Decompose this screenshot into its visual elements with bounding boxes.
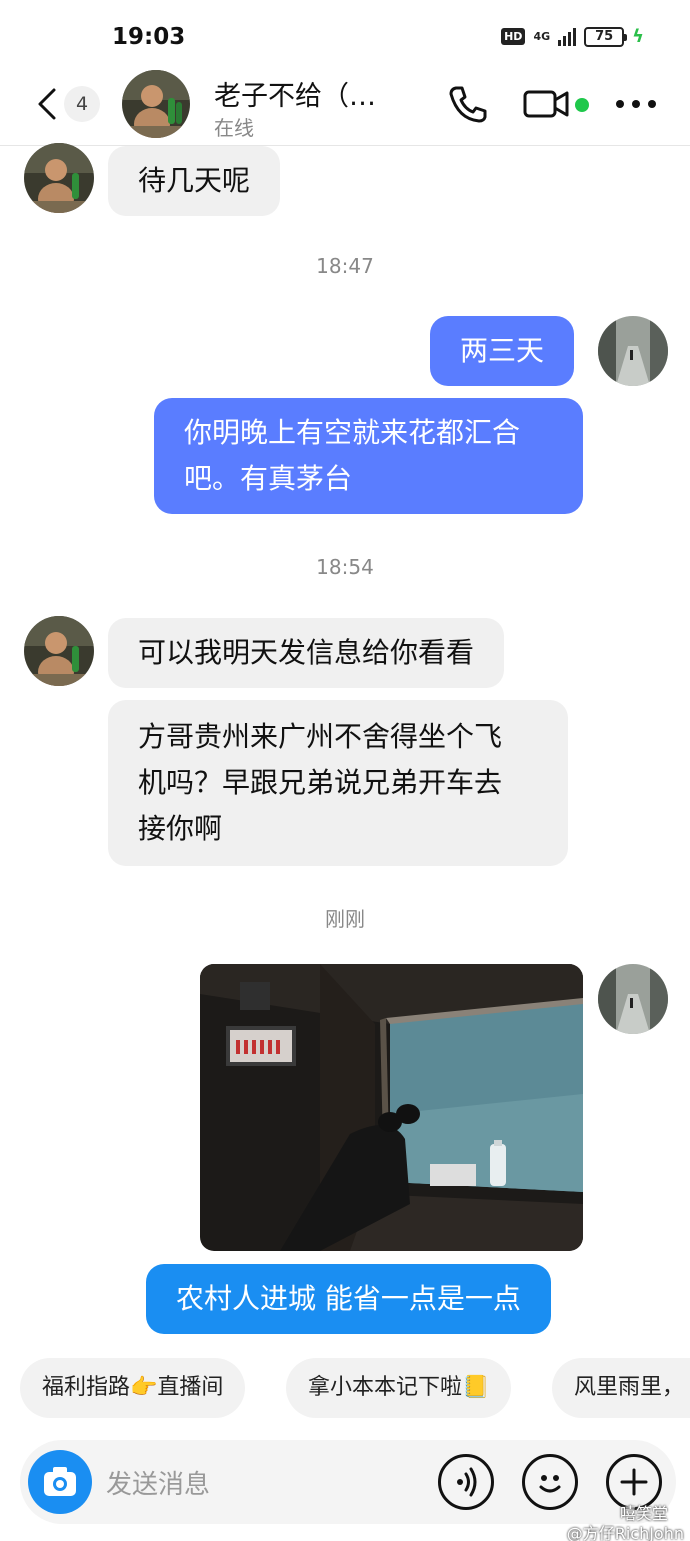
charging-icon: ϟ — [632, 26, 644, 47]
message-line: 你明晚上有空就来花都汇合 — [184, 416, 521, 449]
status-icons: HD 4G 75 ϟ — [501, 26, 644, 47]
incoming-message[interactable]: 方哥贵州来广州不舍得坐个飞 机吗？早跟兄弟说兄弟开车去 接你啊 — [108, 700, 568, 866]
watermark: @方仔RichJohn — [566, 1524, 684, 1541]
message-line: 机吗？早跟兄弟说兄弟开车去 — [138, 766, 503, 799]
voice-icon — [457, 1467, 477, 1497]
video-call-icon[interactable] — [522, 84, 570, 124]
message-line: 接你啊 — [138, 812, 223, 845]
voice-button[interactable] — [438, 1454, 494, 1510]
timestamp: 18:47 — [316, 254, 374, 278]
camera-icon — [44, 1467, 76, 1496]
camera-button[interactable] — [28, 1450, 92, 1514]
chevron-left-icon — [38, 88, 56, 120]
message-line: 吧。有真茅台 — [184, 462, 353, 495]
contact-avatar[interactable] — [24, 143, 94, 213]
signal-icon — [558, 27, 577, 46]
unread-count-badge[interactable]: 4 — [64, 86, 100, 122]
quick-reply-chip[interactable]: 福利指路👉直播间 — [20, 1358, 246, 1418]
presence-status: 在线 — [214, 116, 254, 140]
more-options-icon[interactable] — [616, 100, 656, 108]
back-button[interactable] — [30, 84, 64, 124]
contact-avatar[interactable] — [24, 616, 94, 686]
outgoing-message[interactable]: 你明晚上有空就来花都汇合 吧。有真茅台 — [154, 398, 583, 514]
outgoing-message[interactable]: 两三天 — [430, 316, 575, 386]
message-input-bar: 发送消息 — [20, 1440, 676, 1524]
network-type: 4G — [533, 29, 551, 43]
message-input[interactable]: 发送消息 — [106, 1464, 210, 1501]
smiley-icon — [539, 1475, 561, 1493]
timestamp: 18:54 — [316, 555, 374, 579]
contact-name[interactable]: 老子不给（… — [214, 74, 376, 113]
incoming-message[interactable]: 待几天呢 — [108, 146, 281, 216]
timestamp: 刚刚 — [325, 907, 365, 931]
emoji-button[interactable] — [522, 1454, 578, 1510]
image-message[interactable] — [200, 964, 583, 1251]
incoming-message[interactable]: 可以我明天发信息给你看看 — [108, 618, 505, 688]
chat-header: 4 老子不给（… 在线 — [0, 70, 690, 146]
message-line: 方哥贵州来广州不舍得坐个飞 — [138, 720, 503, 753]
quick-reply-chip[interactable]: 风里雨里， — [552, 1358, 690, 1418]
contact-avatar[interactable] — [122, 70, 190, 138]
my-avatar[interactable] — [598, 964, 668, 1034]
hd-icon: HD — [501, 28, 526, 45]
battery-icon: 75 — [584, 26, 628, 47]
my-avatar[interactable] — [598, 316, 668, 386]
outgoing-message[interactable]: 农村人进城 能省一点是一点 — [146, 1264, 551, 1334]
phone-icon[interactable] — [446, 82, 490, 126]
online-indicator — [575, 98, 589, 112]
status-bar: 19:03 HD 4G 75 ϟ — [0, 0, 690, 70]
status-time: 19:03 — [112, 24, 186, 50]
quick-reply-chip[interactable]: 拿小本本记下啦📒 — [286, 1358, 512, 1418]
